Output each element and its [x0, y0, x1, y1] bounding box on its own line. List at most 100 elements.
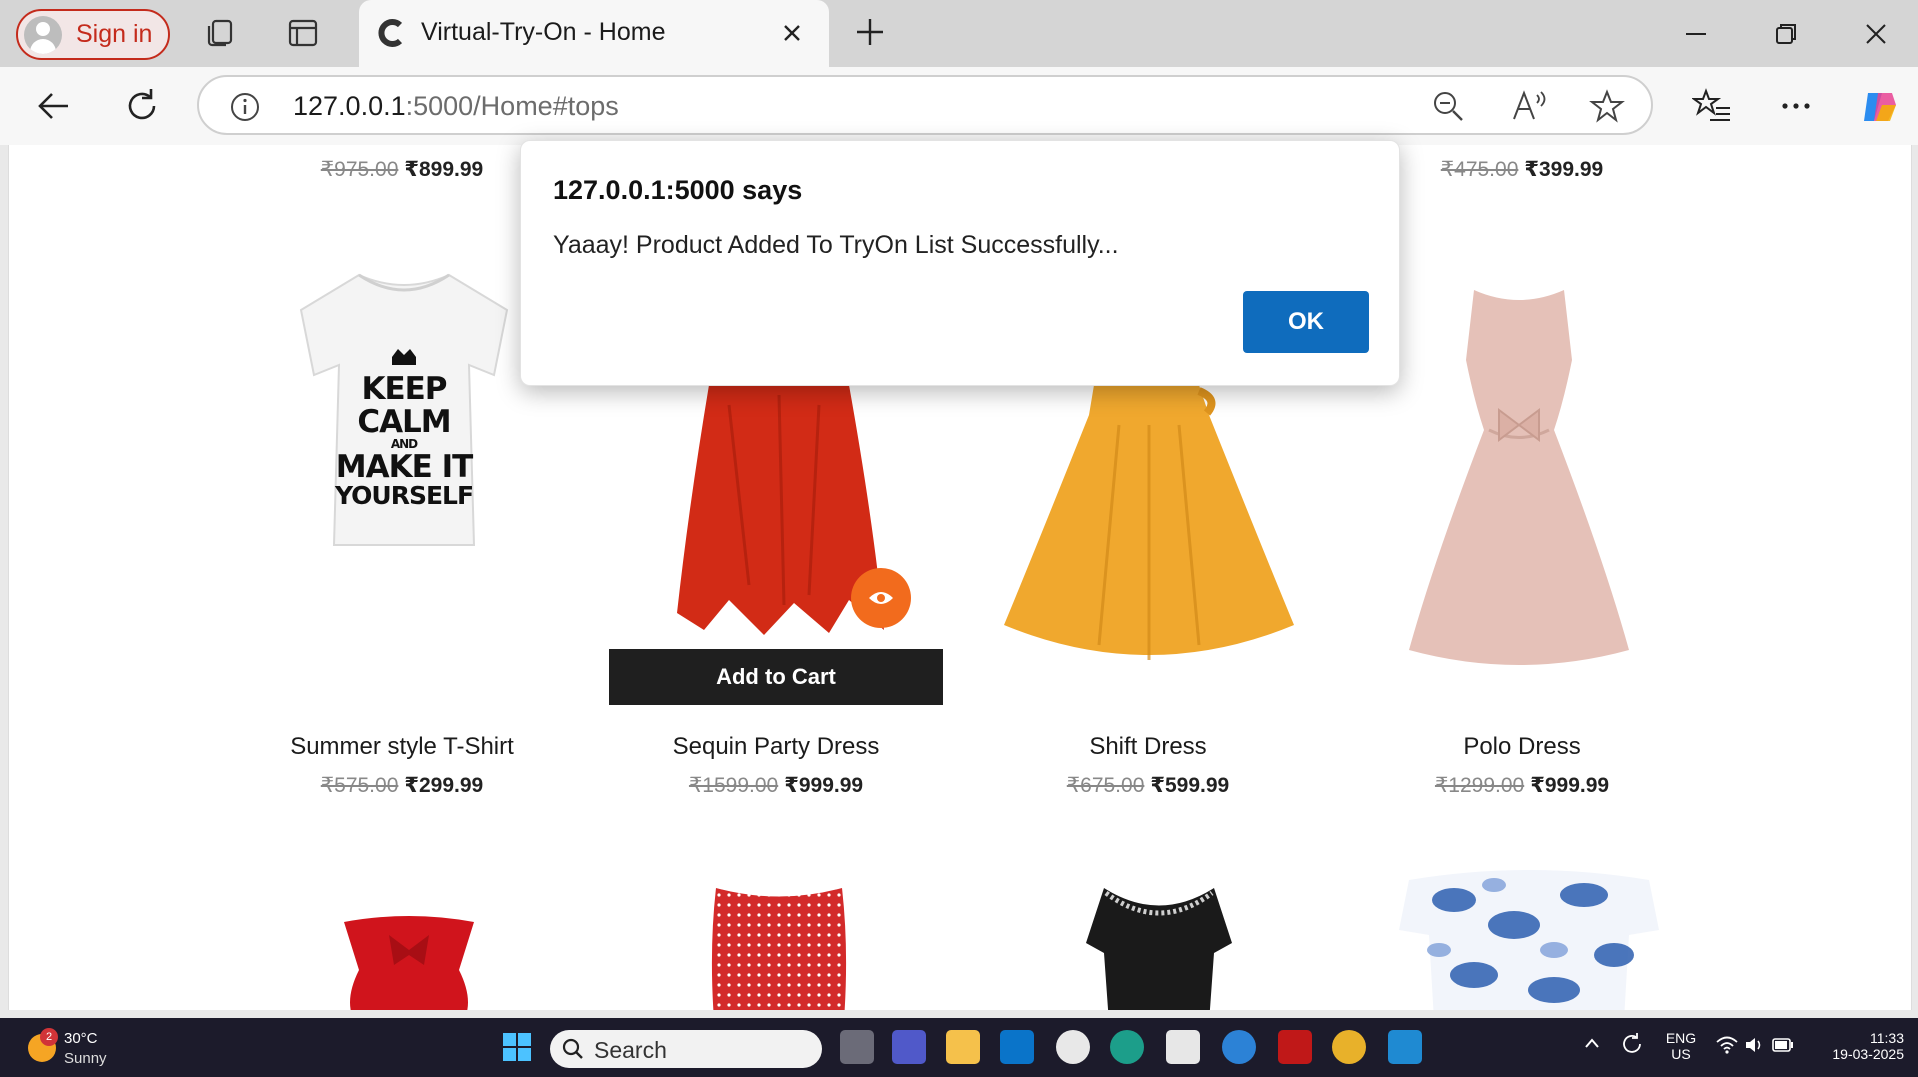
zoom-out-icon[interactable]: [1431, 89, 1465, 123]
close-tab-icon[interactable]: [777, 18, 807, 48]
site-info-icon[interactable]: [229, 91, 261, 123]
file-explorer-icon[interactable]: [946, 1030, 980, 1064]
site-favicon-icon: [378, 19, 403, 47]
more-options-icon[interactable]: [1776, 86, 1816, 126]
weather-temperature: 30°C: [64, 1030, 98, 1047]
new-price: ₹399.99: [1524, 158, 1604, 181]
vertical-tabs-icon[interactable]: [286, 16, 320, 50]
shirt-line: CALM: [357, 403, 451, 440]
dialog-title: 127.0.0.1:5000 says: [553, 175, 803, 205]
new-price: ₹999.99: [784, 774, 864, 797]
search-icon: [562, 1038, 583, 1059]
product-price: ₹675.00 ₹599.99: [1067, 773, 1229, 798]
product-price-row0-col1: ₹975.00 ₹899.99: [321, 157, 483, 182]
product-price: ₹1599.00 ₹999.99: [689, 773, 863, 798]
new-price: ₹299.99: [404, 774, 484, 797]
windows-start-icon[interactable]: [502, 1032, 532, 1062]
battery-icon[interactable]: [1772, 1038, 1794, 1055]
favorite-star-icon[interactable]: [1589, 89, 1625, 123]
old-price: ₹1599.00: [688, 774, 779, 797]
language-indicator[interactable]: ENG US: [1664, 1030, 1698, 1062]
url-text: 127.0.0.1:5000/Home#tops: [293, 91, 619, 122]
clock-app-icon[interactable]: [1056, 1030, 1090, 1064]
sign-in-button[interactable]: Sign in: [16, 9, 170, 60]
eye-icon: [869, 592, 893, 604]
product-image-shift-dress[interactable]: [999, 385, 1299, 685]
vscode-icon[interactable]: [1388, 1030, 1422, 1064]
quick-view-eye-button[interactable]: [851, 568, 911, 628]
product-image-floral-dress[interactable]: [1394, 855, 1664, 1010]
help-icon[interactable]: [1222, 1030, 1256, 1064]
clock-date: 19-03-2025: [1832, 1046, 1904, 1062]
product-image-black-top[interactable]: [1084, 873, 1234, 1010]
yellow-dress-image: [1004, 385, 1294, 660]
product-image-tshirt[interactable]: KEEP CALM AND MAKE IT YOURSELF: [279, 265, 529, 555]
url-host: 127.0.0.1: [293, 91, 406, 121]
show-hidden-icons-chevron-icon[interactable]: [1584, 1036, 1600, 1052]
taskbar-search-box[interactable]: Search: [550, 1030, 822, 1068]
wifi-icon[interactable]: [1716, 1036, 1738, 1057]
shirt-line: MAKE IT: [335, 448, 474, 485]
product-name[interactable]: Summer style T-Shirt: [290, 733, 514, 761]
mcafee-icon[interactable]: [1278, 1030, 1312, 1064]
ok-button[interactable]: OK: [1243, 291, 1369, 353]
floral-dress-image: [1399, 870, 1659, 1010]
active-tab[interactable]: Virtual-Try-On - Home: [359, 0, 829, 67]
new-price: ₹899.99: [404, 158, 484, 181]
old-price: ₹575.00: [320, 774, 399, 797]
volume-icon[interactable]: [1744, 1036, 1764, 1057]
language-bottom: US: [1671, 1046, 1691, 1062]
microsoft-store-icon[interactable]: [1166, 1030, 1200, 1064]
address-bar[interactable]: 127.0.0.1:5000/Home#tops: [197, 75, 1653, 135]
browser-tab-strip: Sign in Virtual-Try-On - Home: [0, 0, 1918, 67]
product-name[interactable]: Sequin Party Dress: [673, 733, 880, 761]
new-tab-plus-icon[interactable]: [852, 14, 888, 50]
restore-window-icon[interactable]: [1768, 16, 1804, 52]
product-name[interactable]: Shift Dress: [1089, 733, 1206, 761]
old-price: ₹475.00: [1440, 158, 1519, 181]
alert-dialog: 127.0.0.1:5000 says Yaaay! Product Added…: [520, 140, 1400, 386]
old-price: ₹1299.00: [1434, 774, 1525, 797]
chrome-icon[interactable]: [1332, 1030, 1366, 1064]
favorites-list-icon[interactable]: [1692, 86, 1732, 126]
tshirt-print-text: KEEP CALM AND MAKE IT YOURSELF: [279, 373, 529, 509]
add-to-cart-button[interactable]: Add to Cart: [609, 649, 943, 705]
read-aloud-icon[interactable]: [1511, 89, 1547, 123]
profile-avatar-icon: [24, 15, 62, 54]
product-image-polka-top[interactable]: [704, 880, 854, 1010]
product-name[interactable]: Polo Dress: [1463, 733, 1580, 761]
pink-dress-image: [1409, 290, 1629, 665]
shirt-line: YOURSELF: [334, 481, 474, 511]
black-top-image: [1086, 888, 1232, 1010]
teams-icon[interactable]: [892, 1030, 926, 1064]
workspaces-icon[interactable]: [204, 16, 238, 50]
refresh-icon[interactable]: [122, 86, 162, 126]
language-top: ENG: [1665, 1030, 1697, 1046]
weather-widget[interactable]: 2: [26, 1028, 66, 1068]
search-label: Search: [594, 1037, 667, 1063]
windows-taskbar: 2 30°C Sunny Search ENG US 11:33 19-03-2…: [0, 1018, 1918, 1077]
copilot-icon[interactable]: [1858, 85, 1902, 129]
close-window-icon[interactable]: [1858, 16, 1894, 52]
myhp-icon[interactable]: [1000, 1030, 1034, 1064]
back-arrow-icon[interactable]: [34, 86, 74, 126]
sign-in-label: Sign in: [76, 20, 153, 48]
sync-icon[interactable]: [1620, 1032, 1644, 1059]
old-price: ₹975.00: [320, 158, 399, 181]
product-image-red-bow-top[interactable]: [334, 910, 484, 1010]
minimize-window-icon[interactable]: [1678, 16, 1714, 52]
dialog-message: Yaaay! Product Added To TryOn List Succe…: [553, 231, 1119, 259]
polka-top-image: [711, 888, 847, 1010]
new-price: ₹999.99: [1530, 774, 1610, 797]
weather-badge: 2: [40, 1028, 58, 1046]
product-price-row0-col4: ₹475.00 ₹399.99: [1441, 157, 1603, 182]
weather-condition: Sunny: [64, 1050, 107, 1067]
product-price: ₹1299.00 ₹999.99: [1435, 773, 1609, 798]
url-path: :5000/Home#tops: [405, 91, 619, 121]
tab-title: Virtual-Try-On - Home: [421, 18, 666, 46]
shirt-line: KEEP: [361, 371, 447, 407]
system-clock[interactable]: 11:33 19-03-2025: [1818, 1030, 1904, 1062]
task-view-icon[interactable]: [840, 1030, 874, 1064]
product-image-polo-dress[interactable]: [1404, 280, 1634, 680]
edge-icon[interactable]: [1110, 1030, 1144, 1064]
